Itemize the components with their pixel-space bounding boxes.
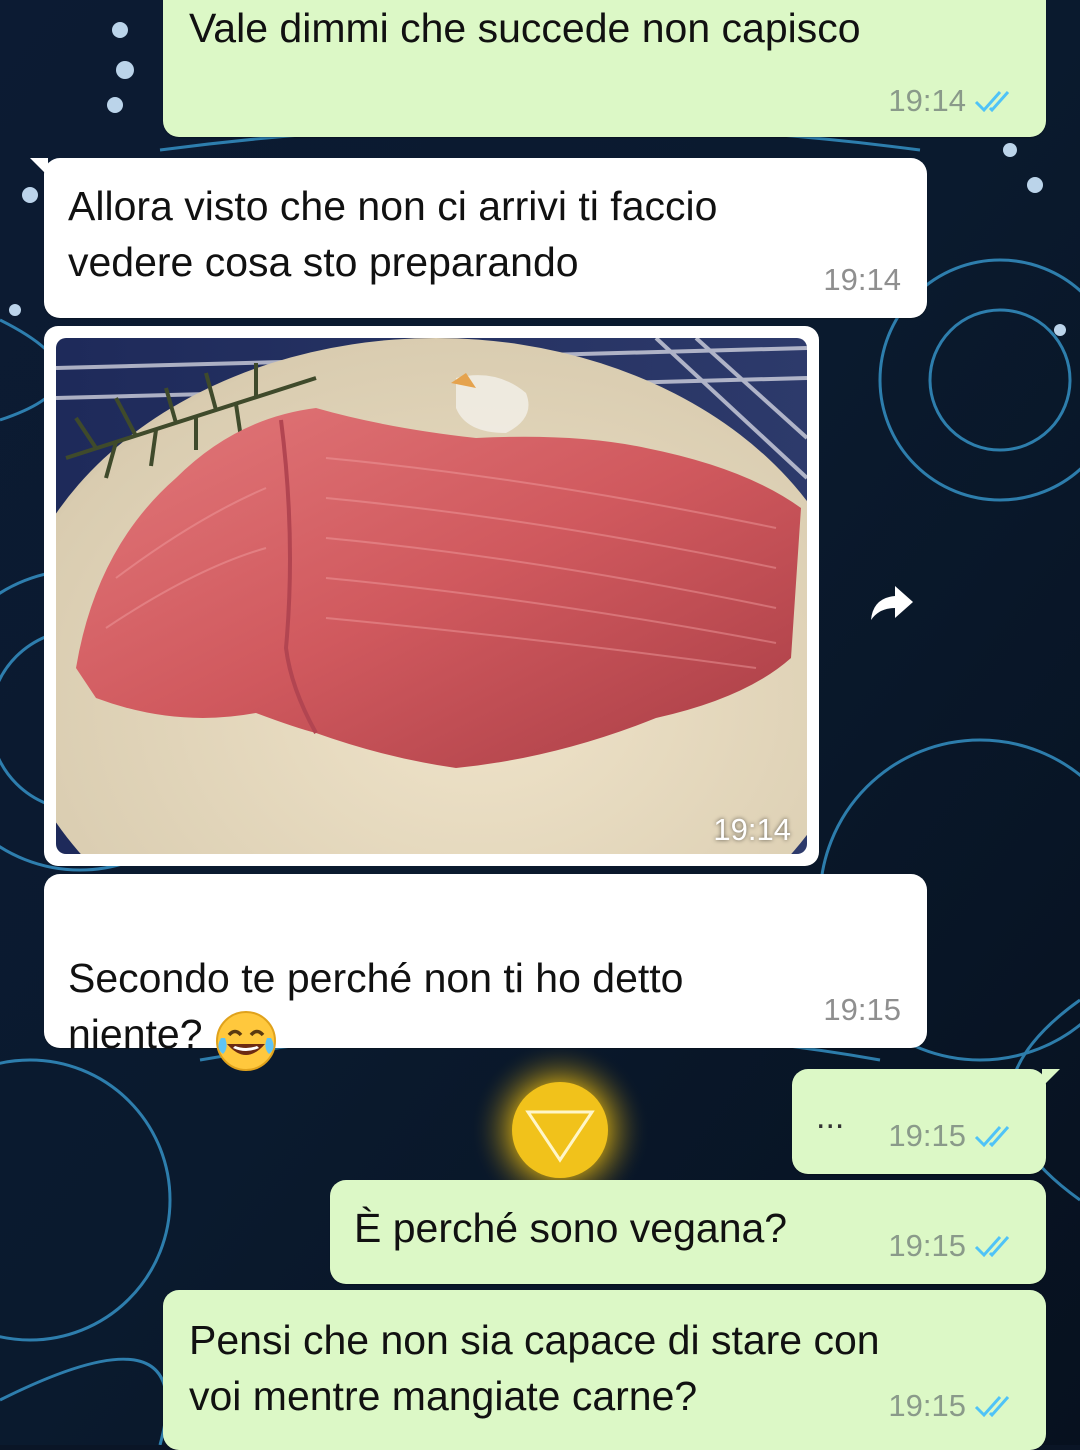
message-text: ... [816, 1098, 845, 1136]
outgoing-message[interactable]: Pensi che non sia capace di stare con vo… [163, 1290, 1046, 1450]
outgoing-message[interactable]: ... 19:15 [792, 1069, 1060, 1174]
message-text-content: Secondo te perché non ti ho detto niente… [68, 955, 684, 1057]
message-meta: 19:15 [888, 1118, 1020, 1154]
incoming-message[interactable]: Secondo te perché non ti ho detto niente… [44, 874, 927, 1072]
outgoing-message[interactable]: Vale dimmi che succede non capisco 19:14 [163, 0, 1046, 137]
message-time: 19:15 [823, 992, 901, 1027]
incoming-image-message[interactable]: 19:14 [44, 326, 819, 866]
bubble-tail [30, 158, 48, 176]
double-check-icon [974, 1236, 1010, 1258]
forward-arrow-icon [871, 586, 913, 620]
forward-button[interactable] [860, 570, 924, 634]
message-text: Vale dimmi che succede non capisco [189, 5, 861, 51]
message-time: 19:15 [888, 1388, 966, 1423]
message-text: Pensi che non sia capace di stare con vo… [189, 1317, 880, 1419]
bubble-tail [1042, 1069, 1060, 1087]
message-meta: 19:15 [888, 1228, 1020, 1264]
message-text: Secondo te perché non ti ho detto niente… [68, 894, 684, 1072]
message-time: 19:15 [888, 1118, 966, 1153]
face-with-tears-of-joy-icon [215, 1011, 276, 1072]
message-meta: 19:15 [888, 1388, 1020, 1424]
message-time: 19:14 [713, 812, 791, 847]
message-time: 19:14 [823, 262, 901, 297]
message-meta: 19:14 [823, 262, 901, 298]
message-meta: 19:14 [888, 83, 1020, 119]
steak-photo [56, 338, 807, 854]
double-check-icon [974, 91, 1010, 113]
double-check-icon [974, 1126, 1010, 1148]
incoming-message[interactable]: Allora visto che non ci arrivi ti faccio… [30, 158, 927, 318]
message-text: Allora visto che non ci arrivi ti faccio… [68, 183, 718, 285]
shared-photo[interactable] [56, 338, 807, 854]
message-time: 19:15 [888, 1228, 966, 1263]
double-check-icon [974, 1396, 1010, 1418]
message-text: È perché sono vegana? [354, 1205, 788, 1251]
message-meta: 19:15 [823, 992, 901, 1028]
message-time: 19:14 [888, 83, 966, 118]
outgoing-message[interactable]: È perché sono vegana? 19:15 [330, 1180, 1046, 1284]
